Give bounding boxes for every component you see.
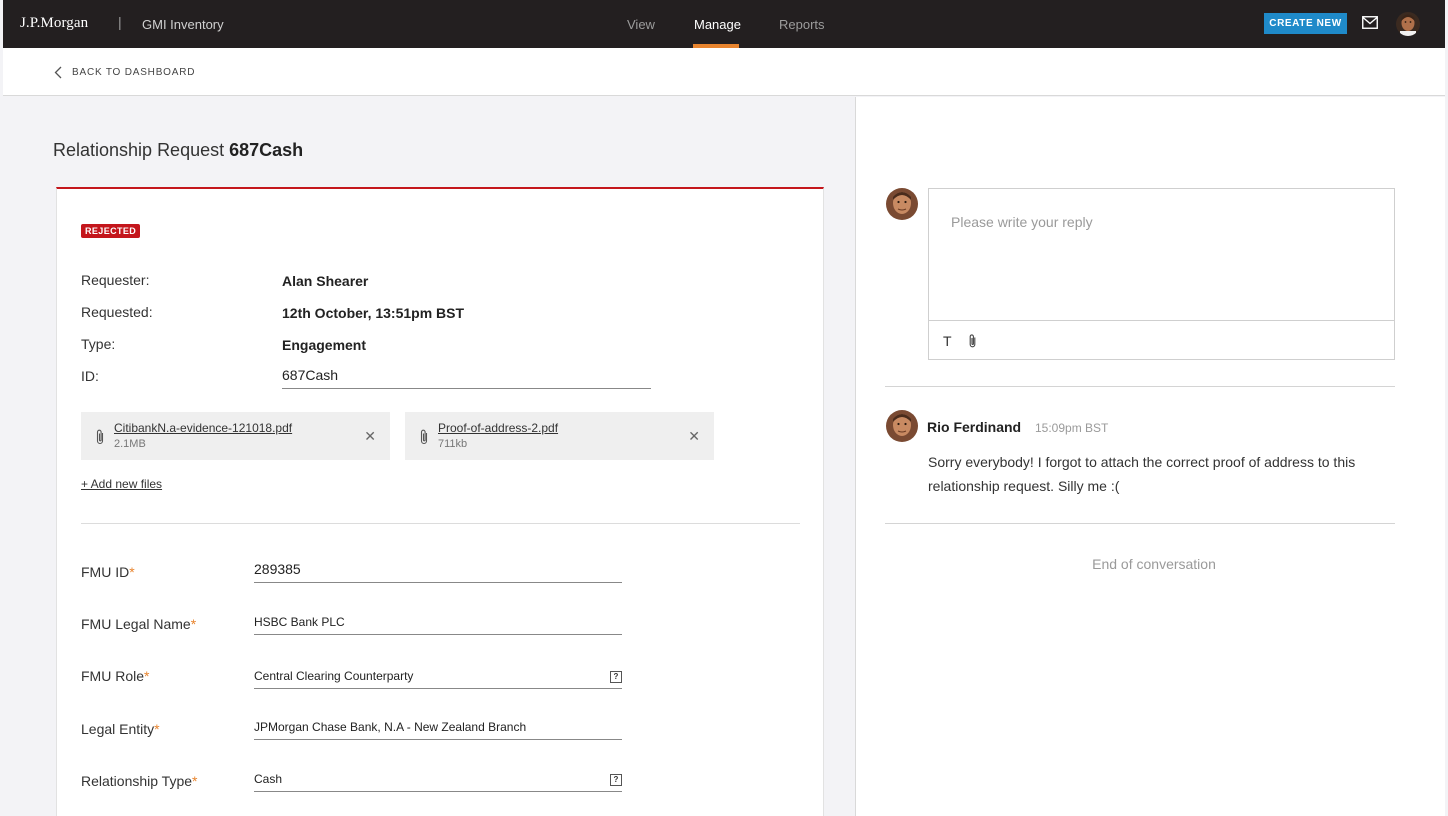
help-icon[interactable]: ? — [610, 671, 622, 683]
fmu-id-value: 289385 — [254, 561, 301, 577]
paperclip-icon — [420, 429, 428, 445]
id-label: ID: — [81, 368, 99, 384]
attach-file-icon[interactable] — [967, 333, 978, 349]
requester-label: Requester: — [81, 272, 150, 288]
page-title-id: 687Cash — [229, 140, 304, 160]
remove-attachment-icon[interactable]: ✕ — [688, 428, 700, 445]
nav-reports[interactable]: Reports — [779, 17, 825, 32]
legal-entity-field[interactable]: JPMorgan Chase Bank, N.A - New Zealand B… — [254, 716, 622, 740]
type-label: Type: — [81, 336, 116, 352]
fmu-legal-name-label: FMU Legal Name* — [81, 616, 197, 632]
fmu-legal-name-value: HSBC Bank PLC — [254, 615, 345, 629]
mail-icon[interactable] — [1362, 16, 1378, 29]
remove-attachment-icon[interactable]: ✕ — [364, 428, 376, 445]
attachment-size: 711kb — [438, 438, 468, 450]
legal-entity-label: Legal Entity* — [81, 721, 160, 737]
current-user-avatar — [886, 188, 918, 220]
add-new-files-link[interactable]: + Add new files — [81, 477, 162, 491]
message-author[interactable]: Rio Ferdinand — [927, 419, 1021, 435]
reply-box: T — [928, 188, 1395, 360]
fmu-id-label: FMU ID* — [81, 564, 135, 580]
back-to-dashboard-link[interactable]: BACK TO DASHBOARD — [54, 64, 195, 80]
header-separator: | — [118, 14, 122, 30]
message-timestamp: 15:09pm BST — [1035, 421, 1109, 435]
jpmorgan-logo[interactable]: J.P.Morgan — [20, 15, 88, 32]
help-icon[interactable]: ? — [610, 774, 622, 786]
end-of-conversation-label: End of conversation — [1092, 556, 1216, 572]
page-title-prefix: Relationship Request — [53, 140, 225, 160]
user-avatar[interactable] — [1396, 12, 1420, 36]
attachment-size: 2.1MB — [114, 438, 146, 450]
divider — [885, 523, 1395, 524]
fmu-id-field[interactable]: 289385 — [254, 559, 622, 583]
relationship-type-value: Cash — [254, 772, 283, 786]
requester-value: Alan Shearer — [282, 273, 369, 289]
legal-entity-value: JPMorgan Chase Bank, N.A - New Zealand B… — [254, 720, 527, 734]
divider — [885, 386, 1395, 387]
status-badge: REJECTED — [81, 224, 141, 238]
attachment-name[interactable]: Proof-of-address-2.pdf — [438, 421, 558, 435]
attachment-chip[interactable]: CitibankN.a-evidence-121018.pdf 2.1MB ✕ — [81, 412, 390, 460]
type-value: Engagement — [282, 337, 367, 353]
requested-label: Requested: — [81, 304, 153, 320]
breadcrumb-bar: BACK TO DASHBOARD — [3, 48, 1445, 96]
reply-input[interactable] — [929, 189, 1394, 321]
create-new-button[interactable]: CREATE NEW — [1264, 13, 1347, 34]
requested-value: 12th October, 13:51pm BST — [282, 305, 465, 321]
relationship-type-field[interactable]: Cash ? — [254, 768, 622, 792]
conversation-panel: T Rio Ferdinand 15:09pm BST Sorry everyb… — [855, 97, 1445, 816]
attachment-name[interactable]: CitibankN.a-evidence-121018.pdf — [114, 421, 292, 435]
fmu-role-value: Central Clearing Counterparty — [254, 669, 414, 683]
page-title: Relationship Request 687Cash — [53, 140, 303, 161]
author-avatar — [886, 410, 918, 442]
text-format-icon[interactable]: T — [943, 333, 952, 349]
back-label: BACK TO DASHBOARD — [72, 66, 196, 78]
message-text: Sorry everybody! I forgot to attach the … — [928, 454, 1356, 494]
nav-view[interactable]: View — [627, 17, 655, 32]
relationship-type-label: Relationship Type* — [81, 773, 198, 789]
fmu-role-label: FMU Role* — [81, 668, 150, 684]
app-name[interactable]: GMI Inventory — [142, 17, 224, 32]
paperclip-icon — [96, 429, 104, 445]
id-field[interactable] — [282, 365, 651, 389]
fmu-role-field[interactable]: Central Clearing Counterparty ? — [254, 665, 622, 689]
fmu-legal-name-field[interactable]: HSBC Bank PLC — [254, 611, 622, 635]
divider — [81, 523, 800, 524]
top-bar: J.P.Morgan | GMI Inventory View Manage R… — [3, 0, 1445, 48]
nav-manage[interactable]: Manage — [694, 17, 741, 32]
attachment-chip[interactable]: Proof-of-address-2.pdf 711kb ✕ — [405, 412, 714, 460]
request-card: REJECTED Requester: Alan Shearer Request… — [56, 187, 824, 816]
chevron-left-icon — [54, 66, 62, 78]
